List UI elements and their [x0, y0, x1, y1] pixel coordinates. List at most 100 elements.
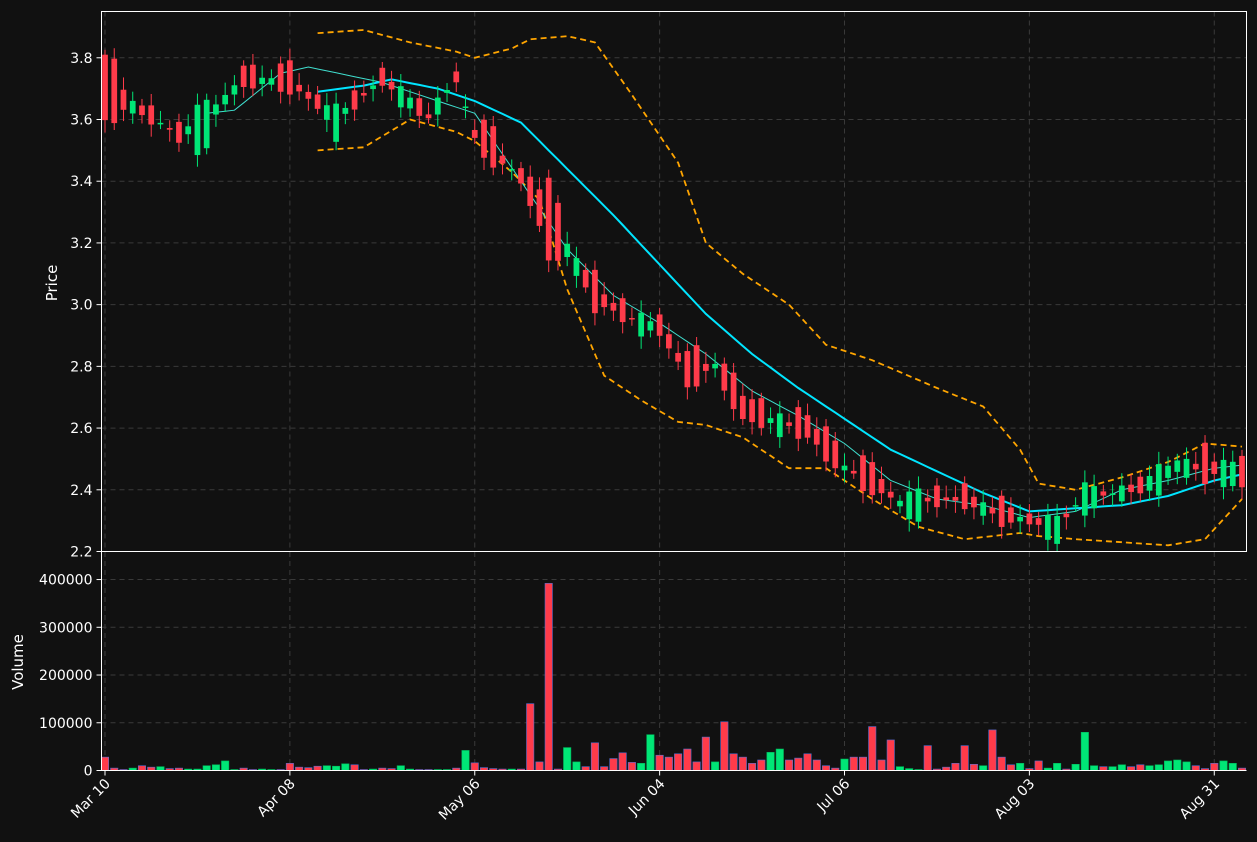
- candle-body: [1063, 513, 1070, 518]
- volume-bar: [1145, 765, 1154, 771]
- volume-bar: [637, 763, 646, 771]
- volume-bar: [1182, 761, 1191, 771]
- volume-bar: [794, 757, 803, 771]
- date-tick-label: Mar 10: [68, 776, 114, 822]
- candle-body: [351, 90, 358, 110]
- candle-body: [259, 77, 266, 84]
- candle-body: [490, 126, 497, 168]
- candle-body: [869, 462, 876, 496]
- candle-body: [721, 363, 728, 391]
- candle-body: [813, 429, 820, 445]
- volume-bar: [664, 756, 673, 771]
- volume-bar: [535, 761, 544, 771]
- candle-body: [203, 99, 210, 149]
- candle-body: [166, 128, 173, 130]
- candle-body: [333, 103, 339, 142]
- candle-body: [194, 104, 201, 156]
- volume-bar: [1127, 766, 1136, 771]
- volume-bar: [618, 752, 627, 771]
- candle-body: [1109, 493, 1116, 496]
- volume-bar: [1173, 759, 1182, 771]
- candle-body: [980, 502, 987, 516]
- volume-bar: [350, 764, 359, 771]
- price-tick-label: 3.2: [70, 236, 92, 252]
- candle-body: [268, 78, 275, 85]
- candle-body: [629, 318, 635, 320]
- candle-body: [804, 415, 811, 438]
- candle-body: [712, 363, 718, 369]
- volume-axis-ticks: 0 100000 200000 300000 400000: [39, 573, 102, 780]
- volume-bar: [285, 763, 294, 771]
- volume-bar: [1191, 765, 1200, 771]
- candle-body: [102, 54, 108, 121]
- candle-body: [601, 294, 608, 308]
- volume-bar: [868, 726, 877, 771]
- volume-bar: [803, 753, 812, 771]
- volume-bar: [341, 763, 350, 771]
- candle-body: [277, 63, 284, 92]
- candle-body: [1017, 516, 1024, 522]
- price-tick-label: 2.2: [70, 545, 92, 561]
- price-axis-label: Price: [43, 265, 61, 302]
- candle-body: [388, 81, 395, 90]
- candle-body: [1008, 507, 1014, 523]
- candle-body: [758, 398, 765, 428]
- candle-body: [684, 351, 691, 388]
- volume-tick-label: 300000: [39, 620, 92, 636]
- candle-body: [508, 168, 515, 171]
- volume-bar: [895, 766, 904, 771]
- volume-bar: [766, 752, 775, 771]
- candle-body: [564, 243, 571, 258]
- volume-bar: [997, 756, 1006, 771]
- volume-bar: [1099, 766, 1108, 771]
- volume-bar: [1053, 763, 1062, 771]
- candle-body: [952, 496, 959, 501]
- volume-bar: [1071, 763, 1080, 771]
- volume-bar: [1034, 760, 1043, 771]
- lower-band-line: [317, 118, 1243, 547]
- candle-body: [702, 363, 709, 371]
- volume-bar: [1108, 766, 1117, 771]
- volume-bar: [738, 756, 747, 771]
- volume-bar: [590, 742, 599, 771]
- volume-bar: [729, 753, 738, 771]
- volume-bar: [988, 729, 997, 771]
- candle-body: [499, 155, 506, 164]
- volume-bar: [470, 762, 479, 771]
- candle-body: [971, 496, 977, 508]
- candle-body: [749, 399, 755, 423]
- candle-body: [823, 426, 829, 462]
- price-tick-label: 2.6: [70, 421, 92, 437]
- candle-body: [1054, 515, 1060, 544]
- candle-body: [287, 60, 293, 95]
- candle-body: [176, 121, 182, 143]
- volume-bar: [886, 739, 895, 771]
- candle-body: [693, 345, 700, 387]
- candle-body: [666, 334, 672, 349]
- volume-bar: [748, 763, 757, 771]
- candle-body: [943, 497, 950, 501]
- candle-body: [129, 100, 136, 114]
- volume-tick-label: 100000: [39, 716, 92, 732]
- candle-body: [647, 321, 654, 331]
- candle-body: [323, 105, 330, 120]
- volume-bar: [674, 753, 683, 771]
- candle-body: [545, 177, 552, 261]
- candle-body: [1146, 475, 1153, 491]
- volume-bar: [544, 583, 553, 771]
- candle-body: [1202, 442, 1208, 485]
- candle-body: [425, 114, 432, 119]
- candle-body: [1091, 486, 1097, 509]
- volume-bar: [313, 765, 322, 771]
- volume-bar: [775, 748, 784, 771]
- candle-body: [397, 86, 404, 108]
- volume-bar: [1090, 765, 1099, 771]
- volume-bar: [979, 765, 988, 771]
- volume-bar: [627, 762, 636, 771]
- candle-body: [915, 488, 922, 522]
- volume-bar: [221, 760, 230, 771]
- volume-grid: [101, 552, 1247, 771]
- candle-body: [555, 202, 561, 261]
- volume-bar: [1006, 764, 1015, 771]
- candle-body: [610, 302, 617, 311]
